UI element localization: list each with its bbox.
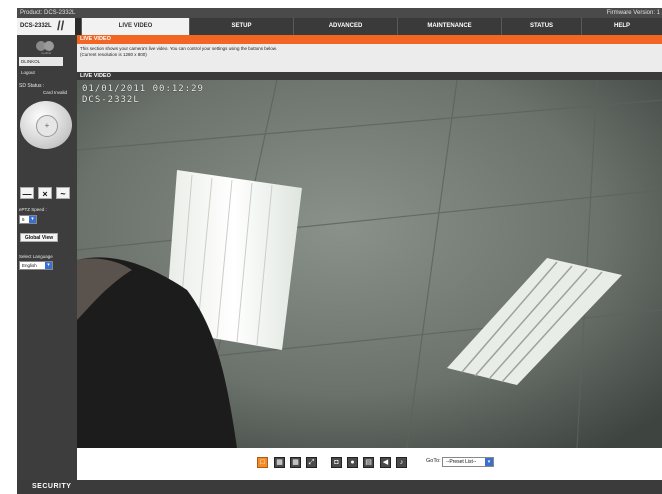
tab-setup[interactable]: SETUP	[189, 18, 293, 35]
microphone-icon[interactable]: ♪	[396, 457, 407, 468]
ptz-control-pad[interactable]: +	[20, 101, 72, 149]
main-content: LIVE VIDEO This section shows your camer…	[77, 35, 662, 480]
chevron-down-icon: ▾	[45, 262, 52, 269]
speaker-icon[interactable]: ◀	[380, 457, 391, 468]
video-camera-name: DCS-2332L	[82, 95, 140, 105]
tab-help[interactable]: HELP	[581, 18, 662, 35]
logout-link[interactable]: Logout	[19, 68, 63, 77]
expand-icon[interactable]: ⤢	[306, 457, 317, 468]
chevron-down-icon: ▾	[29, 216, 36, 223]
ptz-speed-value: 5	[22, 217, 25, 222]
storage-icon[interactable]: ▤	[363, 457, 374, 468]
ptz-speed-select[interactable]: 5 ▾	[19, 215, 37, 224]
sd-status-label: SD Status :	[19, 83, 45, 89]
ptz-center-icon[interactable]: +	[36, 115, 58, 137]
sd-status-value: Card Invalid	[43, 90, 68, 95]
brand-slash-icon: //	[57, 18, 65, 33]
global-view-button[interactable]: Global View	[20, 233, 58, 242]
tab-maintenance[interactable]: MAINTENANCE	[397, 18, 501, 35]
patrol-button[interactable]: ~	[56, 187, 70, 199]
stop-button[interactable]: ×	[38, 187, 52, 199]
logo-text: mydlink	[41, 51, 52, 55]
video-timestamp: 01/01/2011 00:12:29	[82, 84, 204, 94]
snapshot-icon[interactable]: ◘	[331, 457, 342, 468]
language-select[interactable]: English ▾	[19, 261, 53, 270]
nav-row: DCS-2332L // LIVE VIDEO SETUP ADVANCED M…	[17, 18, 662, 35]
video-toolbar: □ ▦ ▦ ⤢ ◘ ● ▤ ◀ ♪ GoTo: --Preset List-- …	[77, 448, 662, 480]
firmware-label: Firmware Version: 1	[606, 10, 660, 16]
model-badge: DCS-2332L	[17, 18, 75, 35]
chevron-down-icon: ▾	[485, 458, 493, 466]
section-description: This section shows your camera's live vi…	[80, 46, 660, 58]
app-frame: Product: DCS-2332L Firmware Version: 1 D…	[17, 8, 662, 494]
zoom-out-button[interactable]: —	[20, 187, 34, 199]
live-video-header: LIVE VIDEO	[77, 72, 662, 80]
description-line-2: (Current resolution is 1280 x 800)	[80, 52, 147, 57]
goto-label: GoTo:	[426, 458, 441, 464]
product-label: Product: DCS-2332L	[20, 10, 76, 16]
mydlink-logo-icon: mydlink	[36, 41, 54, 55]
sidebar: mydlink DLINKOL Logout SD Status : Card …	[17, 35, 77, 480]
preset-list-value: --Preset List--	[446, 459, 477, 465]
top-info-bar: Product: DCS-2332L Firmware Version: 1	[17, 8, 662, 18]
footer-bar: SECURITY	[17, 480, 662, 494]
ptz-speed-label: ePTZ Speed :	[19, 207, 47, 212]
section-title: LIVE VIDEO	[77, 35, 662, 44]
layout-2-icon[interactable]: ▦	[290, 457, 301, 468]
preset-list-select[interactable]: --Preset List-- ▾	[442, 457, 494, 467]
user-link[interactable]: DLINKOL	[19, 57, 63, 66]
layout-1-icon[interactable]: ▦	[274, 457, 285, 468]
tab-advanced[interactable]: ADVANCED	[293, 18, 397, 35]
language-value: English	[22, 263, 37, 268]
tab-live-video[interactable]: LIVE VIDEO	[81, 18, 189, 35]
live-video-stream[interactable]: 01/01/2011 00:12:29 DCS-2332L	[77, 80, 662, 448]
tab-status[interactable]: STATUS	[501, 18, 581, 35]
record-icon[interactable]: ●	[347, 457, 358, 468]
language-label: Select Language	[19, 254, 53, 259]
video-frame-image	[77, 80, 662, 448]
fullscreen-icon[interactable]: □	[257, 457, 268, 468]
